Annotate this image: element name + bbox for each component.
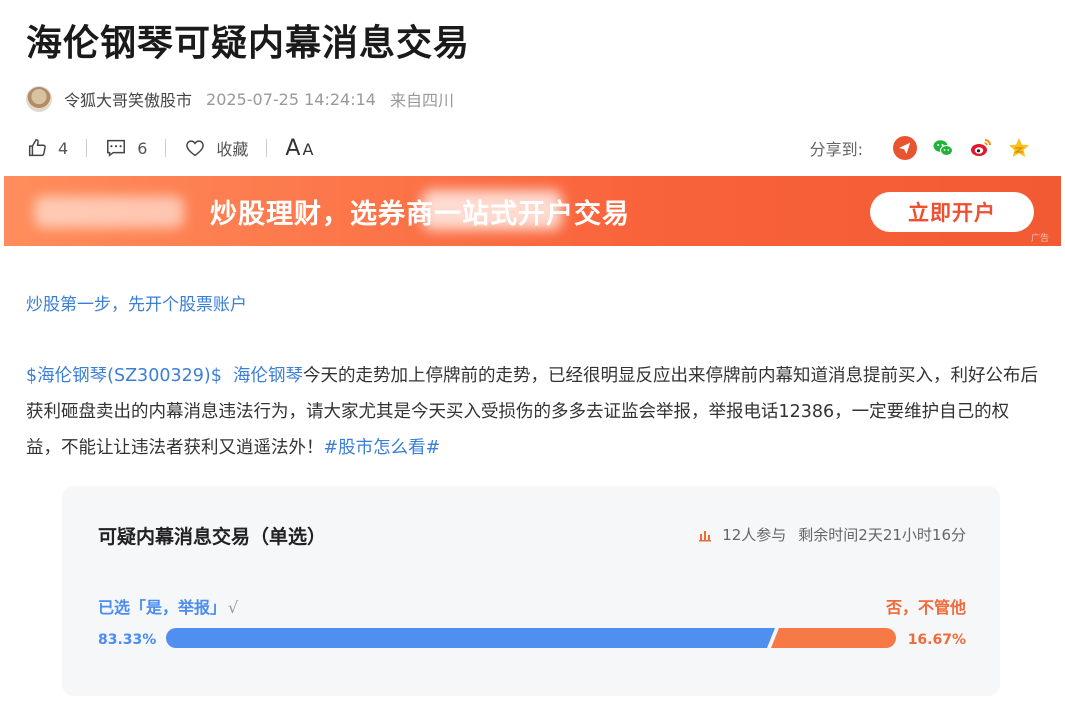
poll-title: 可疑内幕消息交易（单选） (98, 526, 327, 548)
like-count: 4 (58, 138, 69, 158)
like-button[interactable]: 4 (26, 137, 68, 159)
article-meta: 令狐大哥笑傲股市 2025-07-25 14:24:14 来自四川 (26, 84, 454, 114)
location: 来自四川 (389, 91, 454, 110)
font-size-toggle[interactable]: A A (285, 136, 313, 161)
share-label: 分享到: (809, 140, 863, 159)
ad-banner[interactable]: 炒股理财，选券商一站式开户交易 立即开户 广告 (4, 176, 1061, 246)
page-title: 海伦钢琴可疑内幕消息交易 (26, 23, 471, 64)
author-name[interactable]: 令狐大哥笑傲股市 (64, 87, 192, 111)
stock-tag-link[interactable]: $海伦钢琴(SZ300329)$ (26, 366, 222, 386)
selected-prefix: 已选「 (98, 598, 147, 617)
divider (165, 139, 167, 157)
promo-link[interactable]: 炒股第一步，先开个股票账户 (26, 290, 247, 315)
poll-stats: 12人参与 剩余时间2天21小时16分 (698, 524, 966, 545)
publish-time: 2025-07-25 14:24:14 (206, 89, 376, 109)
option-b-percent: 16.67% (907, 632, 966, 648)
comment-count: 6 (137, 138, 148, 158)
open-account-button[interactable]: 立即开户 (870, 192, 1034, 232)
post-body: $海伦钢琴(SZ300329)$ 海伦钢琴今天的走势加上停牌前的走势，已经很明显… (26, 358, 1040, 466)
poll-option-b[interactable]: 否，不管他 (886, 594, 966, 618)
font-size-large: A (285, 135, 301, 161)
result-bar-a (166, 628, 775, 648)
divider (86, 139, 88, 157)
poll-result-bar (166, 628, 896, 648)
favorite-label: 收藏 (216, 140, 249, 159)
wechat-icon[interactable] (931, 136, 955, 160)
option-a-percent: 83.33% (98, 632, 157, 648)
font-size-small: A (302, 139, 314, 159)
bar-chart-icon (699, 530, 712, 541)
weibo-icon[interactable] (969, 136, 993, 160)
result-bar-b (771, 628, 896, 648)
share-paper-plane-icon[interactable] (893, 136, 917, 160)
heart-icon (186, 140, 205, 157)
option-a-label: 是，举报 (146, 598, 211, 617)
blurred-logo (34, 196, 184, 228)
action-bar: 4 6 收藏 A A (26, 134, 313, 162)
avatar[interactable] (26, 86, 52, 112)
time-remaining: 剩余时间2天21小时16分 (798, 526, 966, 544)
poll-option-a[interactable]: 已选「是，举报」 √ (98, 594, 238, 618)
ad-tag: 广告 (1030, 234, 1049, 244)
divider (266, 139, 268, 157)
participant-count: 12人参与 (722, 526, 787, 544)
poll-card: 可疑内幕消息交易（单选） 12人参与 剩余时间2天21小时16分 已选「是，举报… (62, 486, 1000, 696)
thumbs-up-icon (28, 139, 46, 157)
favorite-button[interactable]: 收藏 (184, 136, 248, 160)
comment-icon (107, 139, 126, 157)
qzone-star-icon[interactable] (1007, 136, 1031, 160)
share-bar: 分享到: (810, 134, 1031, 162)
comment-button[interactable]: 6 (105, 137, 147, 159)
banner-text: 炒股理财，选券商一站式开户交易 (210, 199, 630, 230)
topic-link[interactable]: #股市怎么看# (324, 438, 441, 458)
selected-suffix: 」 (210, 598, 227, 617)
check-icon: √ (228, 598, 239, 617)
blurred-brand (422, 190, 562, 230)
stock-name-link[interactable]: 海伦钢琴 (233, 366, 303, 386)
